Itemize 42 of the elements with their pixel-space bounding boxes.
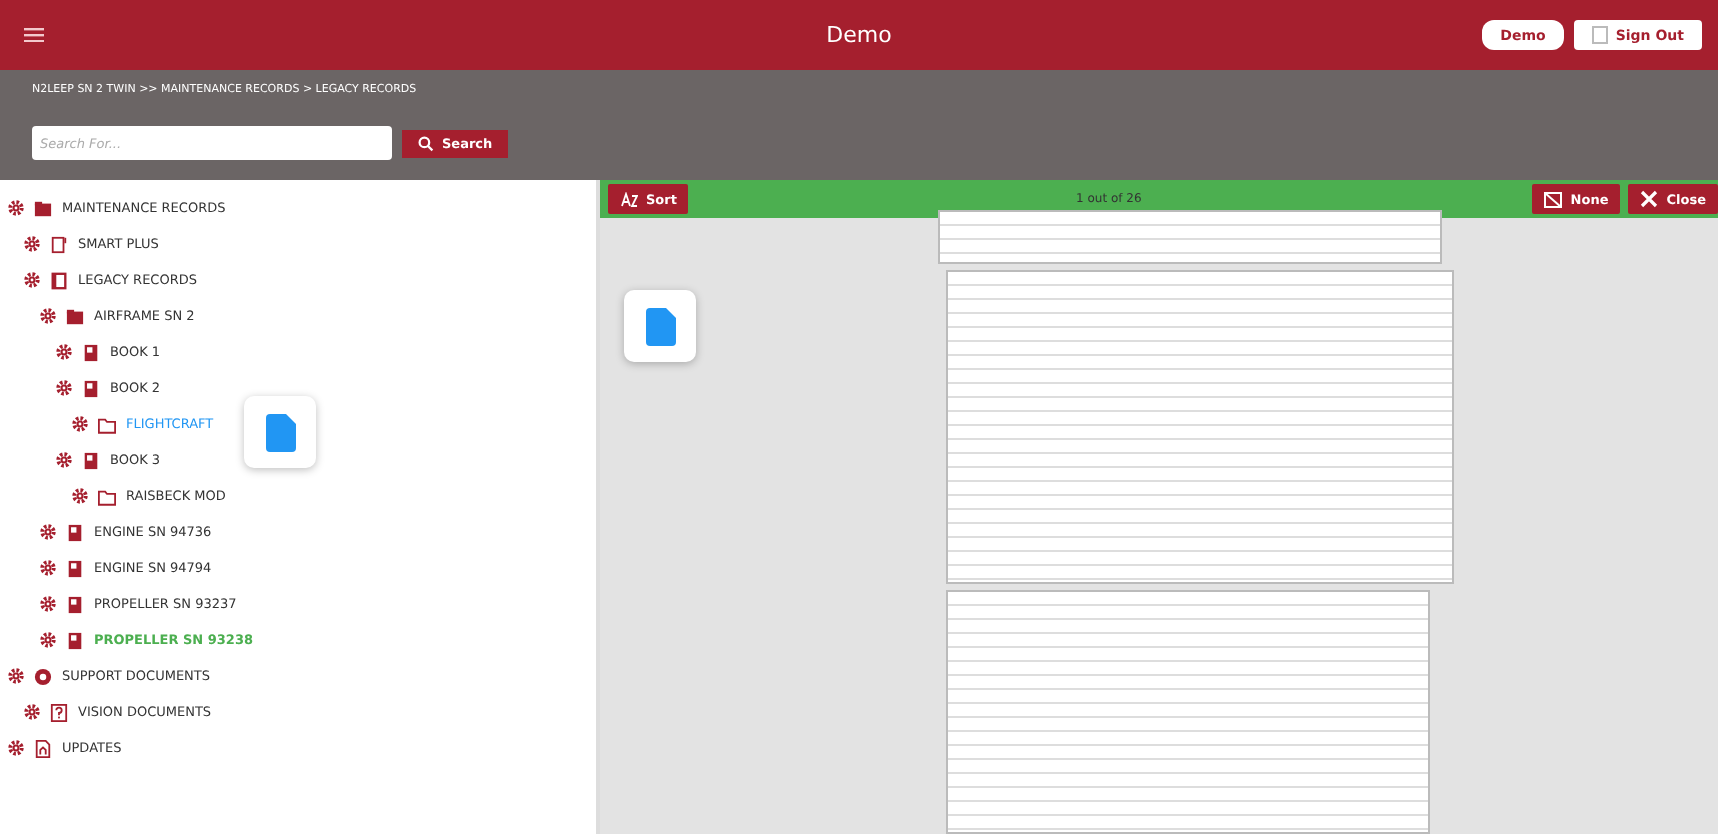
book-icon [66, 631, 84, 649]
gear-icon[interactable] [8, 200, 24, 216]
book-icon [82, 379, 100, 397]
search-icon [418, 135, 434, 151]
gear-icon[interactable] [56, 452, 72, 468]
gear-icon[interactable] [72, 488, 88, 504]
gear-icon[interactable] [8, 668, 24, 684]
gear-icon[interactable] [40, 596, 56, 612]
folders-icon [34, 199, 52, 217]
gear-icon[interactable] [24, 272, 40, 288]
book-icon [66, 559, 84, 577]
folder-icon [98, 415, 116, 433]
gear-icon[interactable] [72, 416, 88, 432]
tablet-icon [50, 235, 68, 253]
binder-icon [50, 271, 68, 289]
file-card[interactable] [624, 290, 696, 362]
book-icon [82, 343, 100, 361]
sort-icon [620, 191, 638, 207]
close-icon [1640, 190, 1659, 208]
question-icon [50, 703, 68, 721]
app-title: Demo [826, 22, 892, 48]
gear-icon[interactable] [40, 560, 56, 576]
folder-icon [98, 487, 116, 505]
gear-icon[interactable] [56, 344, 72, 360]
folders-icon [66, 307, 84, 325]
document-icon [34, 739, 52, 757]
book-icon [66, 523, 84, 541]
book-icon [66, 595, 84, 613]
gear-icon[interactable] [56, 380, 72, 396]
gear-icon[interactable] [40, 632, 56, 648]
gear-icon[interactable] [24, 704, 40, 720]
gear-icon[interactable] [8, 740, 24, 756]
menu-icon[interactable] [24, 28, 44, 42]
grid-icon [1544, 191, 1563, 207]
gear-icon[interactable] [40, 308, 56, 324]
document-icon [645, 307, 675, 345]
document-icon [265, 413, 295, 451]
gear-icon[interactable] [24, 236, 40, 252]
lifebuoy-icon [34, 667, 52, 685]
file-card[interactable] [244, 396, 316, 468]
book-icon [82, 451, 100, 469]
gear-icon[interactable] [40, 524, 56, 540]
